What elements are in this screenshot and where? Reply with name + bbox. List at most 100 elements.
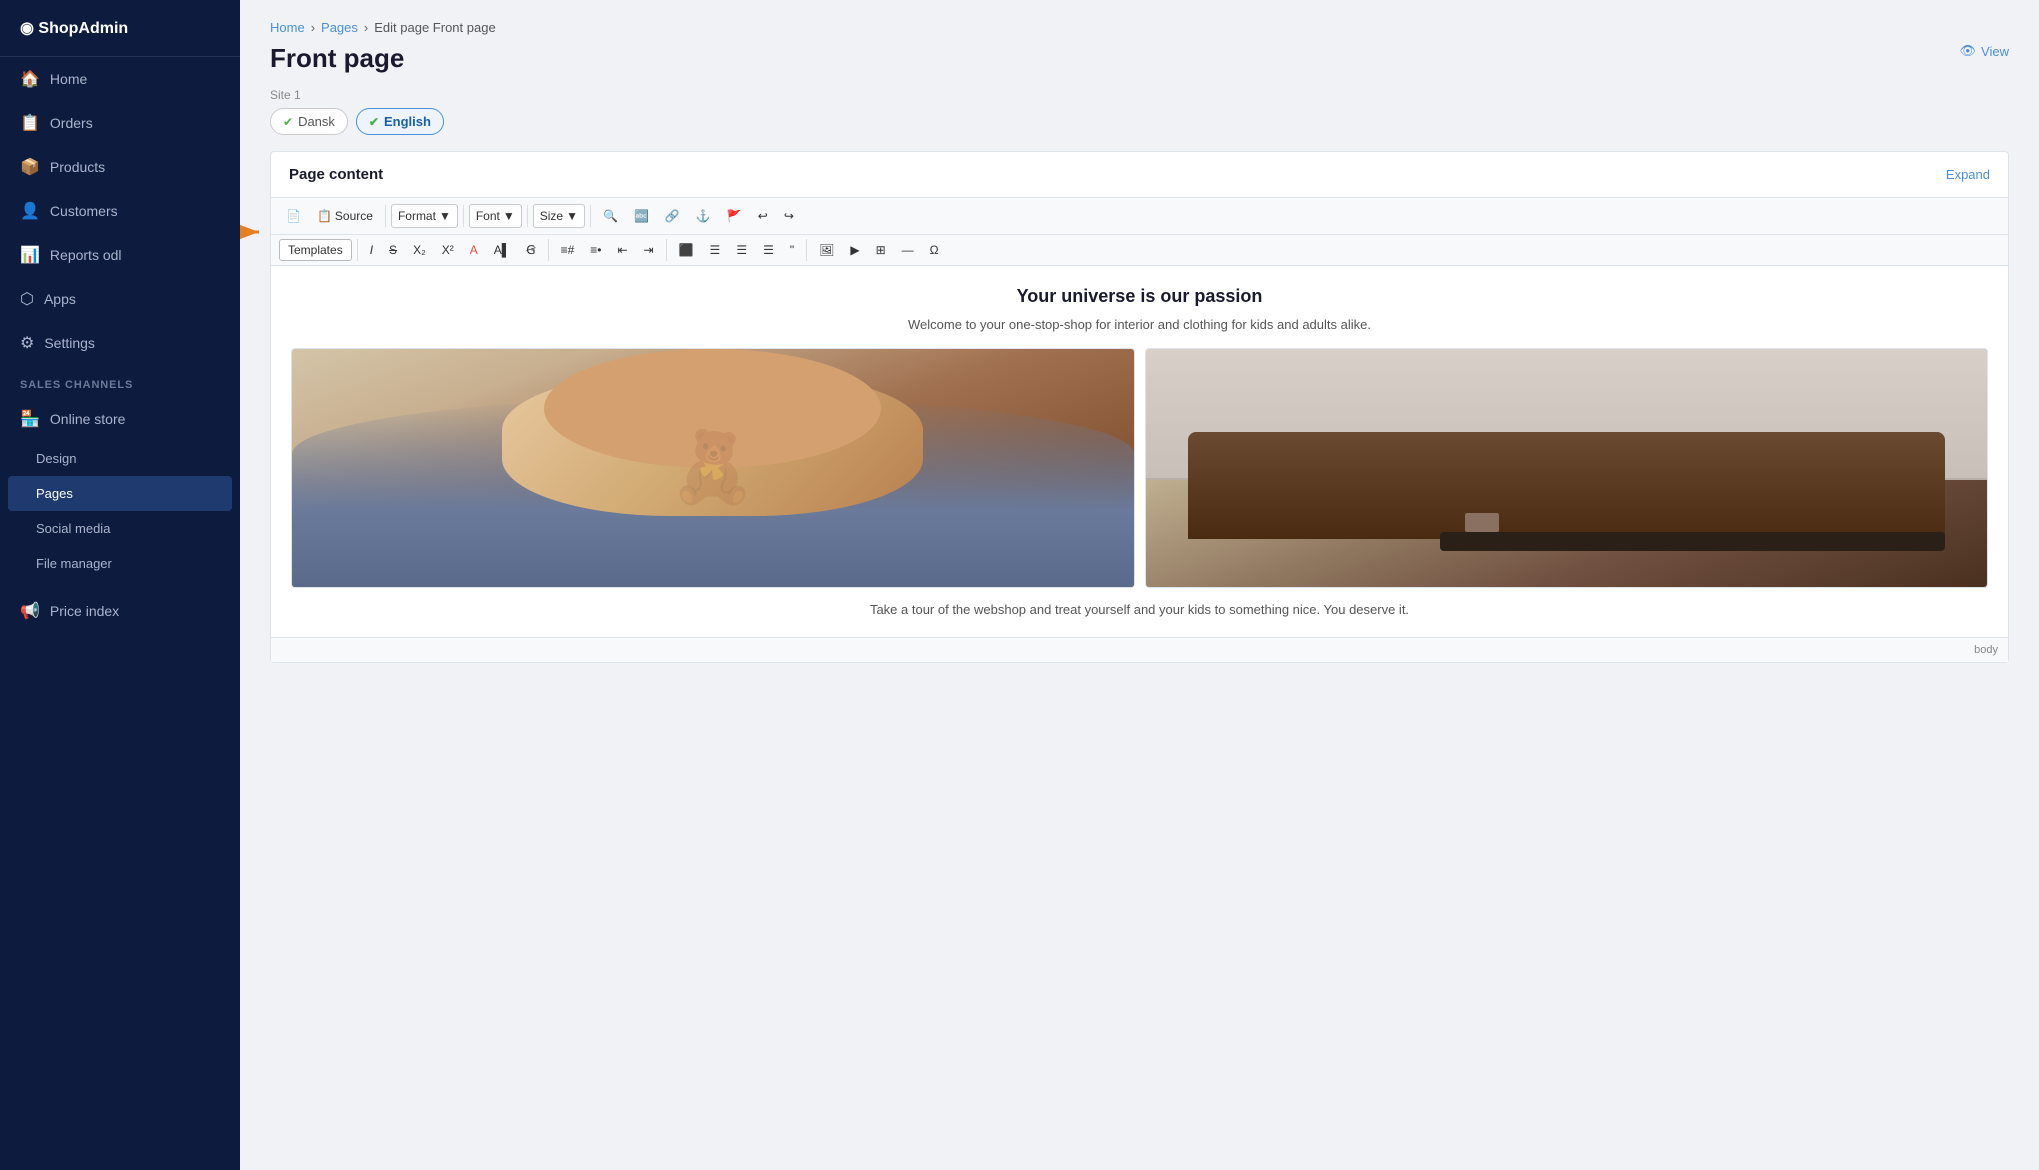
horizontal-rule-button[interactable]: —	[895, 239, 921, 261]
editor-toolbar-row1: 📄 📋 Source Format ▼ Font ▼	[271, 198, 2008, 235]
anchor-icon: ⚓	[696, 209, 711, 223]
size-dropdown[interactable]: Size ▼	[533, 204, 585, 228]
editor-bottom-text: Take a tour of the webshop and treat you…	[291, 602, 1988, 617]
format-dropdown[interactable]: Format ▼	[391, 204, 458, 228]
furniture-image	[1145, 348, 1989, 588]
spellcheck-icon: 🔤	[634, 209, 649, 223]
online-store-icon: 🏪	[20, 409, 40, 429]
editor-subtext: Welcome to your one-stop-shop for interi…	[291, 317, 1988, 332]
spellcheck-button[interactable]: 🔤	[627, 205, 656, 227]
image-button[interactable]: 🖼	[812, 239, 841, 261]
italic-button[interactable]: I	[363, 239, 380, 261]
align-left-button[interactable]: ⬛	[672, 239, 701, 261]
toolbar-sep-1	[385, 205, 386, 227]
bg-color-button[interactable]: A▌	[487, 239, 518, 261]
editor-card-title: Page content	[289, 166, 383, 183]
templates-tooltip: Templates	[279, 239, 352, 261]
breadcrumb-sep2: ›	[364, 20, 368, 35]
editor-content[interactable]: Your universe is our passion Welcome to …	[271, 266, 2008, 637]
editor-images: 🧸	[291, 348, 1988, 588]
expand-link[interactable]: Expand	[1946, 167, 1990, 182]
breadcrumb-pages[interactable]: Pages	[321, 20, 358, 35]
sidebar: ◉ ShopAdmin 🏠 Home 📋 Orders 📦 Products 👤…	[0, 0, 240, 1170]
sidebar-sub-social-media[interactable]: Social media	[0, 511, 240, 546]
video-button[interactable]: ▶	[843, 239, 866, 261]
editor-card: Page content Expand 📄	[270, 151, 2009, 663]
editor-headline: Your universe is our passion	[291, 286, 1988, 307]
price-index-icon: 📢	[20, 601, 40, 621]
ordered-list-button[interactable]: ≡#	[554, 239, 582, 261]
editor-toolbar-row2: Templates I S X₂ X² A A▌ Ꞡ ≡# ≡• ⇤ ⇥ ⬛	[271, 235, 2008, 266]
orange-arrow	[240, 212, 271, 252]
breadcrumb-current: Edit page Front page	[374, 20, 495, 35]
sidebar-item-customers[interactable]: 👤 Customers	[0, 189, 240, 233]
anchor-button[interactable]: ⚓	[689, 205, 718, 227]
sidebar-item-apps[interactable]: ⬡ Apps	[0, 277, 240, 321]
orders-icon: 📋	[20, 113, 40, 133]
eye-icon: 👁	[1960, 43, 1977, 59]
sidebar-sub-file-manager[interactable]: File manager	[0, 546, 240, 581]
format-chevron-icon: ▼	[439, 209, 451, 223]
search-button[interactable]: 🔍	[596, 205, 625, 227]
main-area: Home › Pages › Edit page Front page Fron…	[240, 0, 2039, 1170]
site-label: Site 1	[270, 88, 2009, 102]
sidebar-item-orders[interactable]: 📋 Orders	[0, 101, 240, 145]
apps-icon: ⬡	[20, 289, 34, 309]
unordered-list-button[interactable]: ≡•	[583, 239, 608, 261]
lang-tab-dansk[interactable]: ✔ Dansk	[270, 108, 348, 135]
subscript-button[interactable]: X₂	[406, 239, 433, 261]
toolbar-sep-7	[666, 239, 667, 261]
toolbar-sep-4	[590, 205, 591, 227]
products-icon: 📦	[20, 157, 40, 177]
increase-indent-button[interactable]: ⇥	[637, 239, 661, 261]
view-link[interactable]: 👁 View	[1960, 43, 2009, 59]
decrease-indent-button[interactable]: ⇤	[610, 239, 634, 261]
sidebar-item-settings[interactable]: ⚙ Settings	[0, 321, 240, 365]
redo-icon: ↪	[784, 209, 794, 223]
font-dropdown[interactable]: Font ▼	[469, 204, 522, 228]
size-chevron-icon: ▼	[566, 209, 578, 223]
strikethrough-button[interactable]: S	[382, 239, 404, 261]
undo-icon: ↩	[758, 209, 768, 223]
link-button[interactable]: 🔗	[658, 205, 687, 227]
sidebar-item-home[interactable]: 🏠 Home	[0, 57, 240, 101]
breadcrumb-sep1: ›	[311, 20, 315, 35]
editor-footer: body	[271, 637, 2008, 662]
align-right-button[interactable]: ☰	[729, 239, 754, 261]
toolbar-sep-2	[463, 205, 464, 227]
toolbar-area: 📄 📋 Source Format ▼ Font ▼	[271, 198, 2008, 266]
sidebar-sub-pages[interactable]: Pages	[8, 476, 232, 511]
blockquote-button[interactable]: "	[783, 239, 801, 261]
link-icon: 🔗	[665, 209, 680, 223]
dansk-check-icon: ✔	[283, 115, 293, 129]
reports-icon: 📊	[20, 245, 40, 265]
sidebar-item-online-store[interactable]: 🏪 Online store	[0, 397, 240, 441]
undo-button[interactable]: ↩	[751, 205, 775, 227]
clear-format-button[interactable]: Ꞡ	[519, 239, 542, 261]
font-chevron-icon: ▼	[503, 209, 515, 223]
page-header: Front page 👁 View	[270, 43, 2009, 74]
settings-icon: ⚙	[20, 333, 34, 353]
sidebar-sub-design[interactable]: Design	[0, 441, 240, 476]
superscript-button[interactable]: X²	[435, 239, 461, 261]
lang-tab-english[interactable]: ✔ English	[356, 108, 444, 135]
special-char-button[interactable]: Ω	[923, 239, 946, 261]
sidebar-item-reports[interactable]: 📊 Reports odl	[0, 233, 240, 277]
home-icon: 🏠	[20, 69, 40, 89]
redo-button[interactable]: ↪	[777, 205, 801, 227]
search-icon: 🔍	[603, 209, 618, 223]
table-button[interactable]: ⊞	[869, 239, 893, 261]
new-doc-button[interactable]: 📄	[279, 205, 308, 227]
flag-button[interactable]: 🚩	[720, 205, 749, 227]
toolbar-sep-6	[548, 239, 549, 261]
align-center-button[interactable]: ☰	[703, 239, 728, 261]
source-icon: 📋	[317, 209, 332, 223]
page-title-group: Front page	[270, 43, 404, 74]
breadcrumb: Home › Pages › Edit page Front page	[270, 20, 2009, 35]
font-color-button[interactable]: A	[463, 239, 485, 261]
align-justify-button[interactable]: ☰	[756, 239, 781, 261]
breadcrumb-home[interactable]: Home	[270, 20, 305, 35]
source-button[interactable]: 📋 Source	[310, 205, 380, 227]
sidebar-item-price-index[interactable]: 📢 Price index	[0, 589, 240, 633]
sidebar-item-products[interactable]: 📦 Products	[0, 145, 240, 189]
